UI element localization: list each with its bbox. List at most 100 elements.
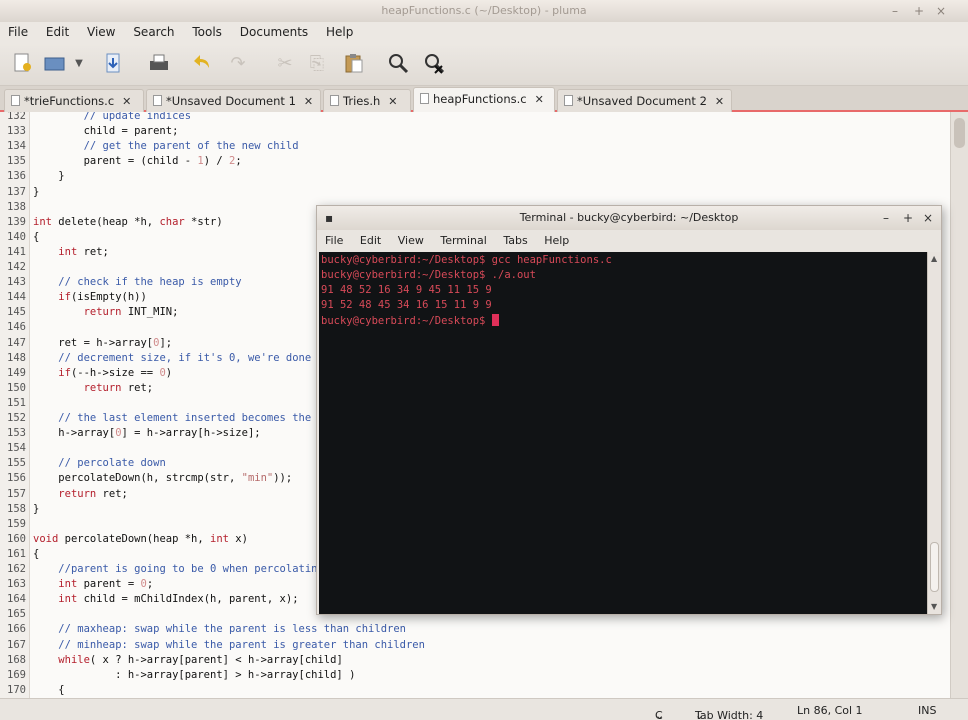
editor-scrollbar[interactable]: [950, 112, 968, 698]
scrollbar-thumb[interactable]: [954, 118, 965, 148]
search-icon[interactable]: [386, 52, 410, 76]
line-number: 164: [7, 593, 26, 606]
close-icon[interactable]: ×: [923, 206, 933, 230]
close-tab-icon[interactable]: ✕: [304, 95, 313, 108]
scroll-down-icon[interactable]: ▼: [931, 602, 937, 611]
scrollbar-thumb[interactable]: [930, 542, 939, 592]
terminal-menu-help[interactable]: Help: [536, 230, 574, 247]
line-number: 170: [7, 683, 26, 696]
code-line: 168 while( x ? h->array[parent] < h->arr…: [0, 654, 950, 669]
maximize-icon[interactable]: +: [903, 206, 913, 230]
document-icon: [330, 95, 339, 106]
terminal-title: Terminal - bucky@cyberbird: ~/Desktop: [519, 211, 739, 224]
code-text: void percolateDown(heap *h, int x): [33, 532, 248, 545]
tab-unsaved-document-1[interactable]: *Unsaved Document 1 ✕: [146, 89, 321, 112]
window-title: heapFunctions.c (~/Desktop) - pluma: [381, 4, 587, 17]
document-icon: [420, 93, 429, 104]
line-number: 148: [7, 351, 26, 364]
menu-file[interactable]: File: [0, 22, 34, 39]
new-document-icon[interactable]: [10, 52, 34, 76]
terminal-window: ▪ Terminal - bucky@cyberbird: ~/Desktop …: [316, 205, 942, 615]
code-text: if(--h->size == 0): [58, 366, 173, 379]
code-text: // the last element inserted becomes the…: [58, 412, 343, 424]
line-number: 151: [7, 396, 26, 409]
menu-help[interactable]: Help: [318, 22, 359, 39]
tab-label: *Unsaved Document 1: [166, 94, 296, 108]
code-text: h->array[0] = h->array[h->size];: [33, 427, 261, 440]
find-replace-icon[interactable]: [422, 52, 446, 76]
code-text: // maxheap: swap while the parent is les…: [58, 623, 406, 636]
close-tab-icon[interactable]: ✕: [535, 93, 544, 106]
tab-label: heapFunctions.c: [433, 92, 527, 106]
code-line: 134 // get the parent of the new child: [0, 140, 950, 155]
print-icon[interactable]: [147, 52, 171, 76]
close-icon[interactable]: ×: [936, 0, 946, 22]
terminal-scrollbar[interactable]: ▲ ▼: [927, 252, 941, 614]
code-text: //parent is going to be 0 when percolati…: [58, 563, 356, 575]
tab-tries-h[interactable]: Tries.h ✕: [323, 89, 411, 112]
terminal-line: 91 52 48 45 34 16 15 11 9 9: [321, 299, 492, 311]
menu-view[interactable]: View: [79, 22, 121, 39]
save-icon[interactable]: [101, 52, 125, 76]
minimize-icon[interactable]: –: [883, 206, 889, 230]
tab-triefunctions[interactable]: *trieFunctions.c ✕: [4, 89, 144, 112]
chevron-down-icon[interactable]: ▼: [72, 52, 86, 76]
menubar: File Edit View Search Tools Documents He…: [0, 22, 968, 44]
code-text: // update indices: [83, 112, 192, 122]
line-number: 152: [7, 412, 26, 424]
line-number: 145: [7, 306, 26, 319]
code-text: }: [33, 502, 40, 515]
terminal-menu-file[interactable]: File: [317, 230, 348, 247]
terminal-menu-icon[interactable]: ▪: [325, 206, 333, 230]
close-tab-icon[interactable]: ✕: [388, 95, 397, 108]
menu-search[interactable]: Search: [125, 22, 180, 39]
code-text: int parent = 0;: [58, 578, 154, 591]
code-text: // decrement size, if it's 0, we're done: [58, 351, 312, 364]
menu-documents[interactable]: Documents: [232, 22, 314, 39]
line-number: 163: [7, 578, 26, 591]
copy-icon[interactable]: ⎘: [305, 52, 329, 76]
code-line: 166 // maxheap: swap while the parent is…: [0, 623, 950, 638]
undo-icon[interactable]: [191, 52, 215, 76]
code-text: percolateDown(h, strcmp(str, "min"));: [33, 472, 293, 485]
terminal-menu-tabs[interactable]: Tabs: [495, 230, 532, 247]
tab-heapfunctions[interactable]: heapFunctions.c ✕: [413, 87, 555, 112]
code-text: // get the parent of the new child: [83, 140, 299, 153]
code-line: 135 parent = (child - 1) / 2;: [0, 155, 950, 170]
line-number: 133: [7, 125, 26, 138]
scroll-up-icon[interactable]: ▲: [931, 254, 937, 263]
close-tab-icon[interactable]: ✕: [715, 95, 724, 108]
code-text: }: [33, 185, 40, 198]
line-number: 137: [7, 185, 26, 198]
tab-width-label: Tab Width: 4: [695, 709, 764, 720]
line-number: 143: [7, 276, 26, 289]
terminal-prompt-line: bucky@cyberbird:~/Desktop$: [321, 314, 927, 329]
terminal-menu-edit[interactable]: Edit: [352, 230, 386, 247]
code-text: parent = (child - 1) / 2;: [33, 155, 242, 168]
line-number: 167: [7, 638, 26, 651]
cut-icon[interactable]: ✂: [273, 52, 297, 76]
terminal-menu-terminal[interactable]: Terminal: [432, 230, 492, 247]
line-number: 161: [7, 547, 26, 560]
line-number: 158: [7, 502, 26, 515]
paste-icon[interactable]: [342, 52, 366, 76]
tab-unsaved-document-2[interactable]: *Unsaved Document 2 ✕: [557, 89, 732, 112]
menu-tools[interactable]: Tools: [184, 22, 228, 39]
close-tab-icon[interactable]: ✕: [122, 95, 131, 108]
terminal-menu-view[interactable]: View: [390, 230, 429, 247]
terminal-line: 91 48 52 16 34 9 45 11 15 9: [321, 284, 492, 296]
redo-icon[interactable]: ↷: [226, 52, 250, 76]
code-text: {: [33, 547, 40, 560]
line-number: 141: [7, 245, 26, 258]
tab-label: *trieFunctions.c: [24, 94, 115, 108]
code-line: 132 // update indices: [0, 112, 950, 125]
menu-edit[interactable]: Edit: [38, 22, 75, 39]
document-tabs: *trieFunctions.c ✕ *Unsaved Document 1 ✕ T…: [0, 86, 968, 112]
maximize-icon[interactable]: +: [914, 0, 924, 22]
open-icon[interactable]: [42, 52, 66, 76]
line-number: 134: [7, 140, 26, 153]
minimize-icon[interactable]: –: [892, 0, 898, 22]
line-number: 139: [7, 215, 26, 228]
line-number: 165: [7, 608, 26, 621]
terminal-output[interactable]: bucky@cyberbird:~/Desktop$ gcc heapFunct…: [319, 252, 927, 614]
